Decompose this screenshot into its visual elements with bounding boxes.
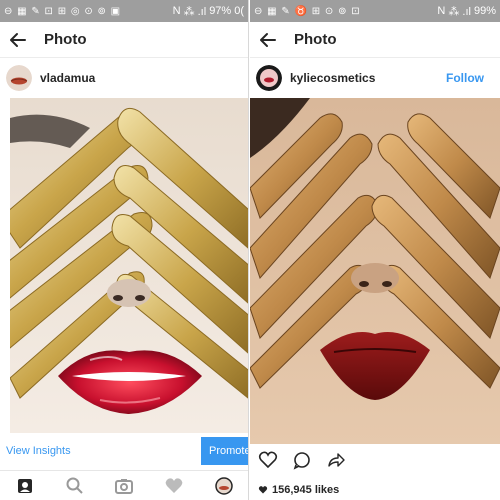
search-tab-icon[interactable] bbox=[63, 474, 87, 498]
avatar[interactable] bbox=[256, 65, 282, 91]
username[interactable]: vladamua bbox=[40, 71, 95, 85]
back-arrow-icon[interactable] bbox=[258, 30, 278, 50]
username[interactable]: kyliecosmetics bbox=[290, 71, 375, 85]
right-phone-screen: ⊖ ▦ ✎ ♉ ⊞ ⊙ ⊚ ⊡ N ⁂ .ıl 99% Photo kyliec bbox=[250, 0, 500, 500]
post-header: vladamua bbox=[0, 58, 248, 98]
share-arrow-icon[interactable] bbox=[326, 450, 346, 470]
app-bar: Photo bbox=[250, 22, 500, 58]
follow-button[interactable]: Follow bbox=[446, 71, 484, 85]
profile-tab-icon[interactable] bbox=[212, 474, 236, 498]
status-bar: ⊖ ▦ ✎ ⊡ ⊞ ◎ ⊙ ⊚ ▣ N ⁂ .ıl 97% 0( bbox=[0, 0, 248, 22]
like-heart-icon[interactable] bbox=[258, 450, 278, 470]
signal-icon: ⁂ .ıl bbox=[183, 5, 207, 18]
back-arrow-icon[interactable] bbox=[8, 30, 28, 50]
bottom-tab-bar bbox=[0, 470, 248, 500]
status-right: N ⁂ .ıl 97% 0( bbox=[173, 5, 244, 18]
post-header: kyliecosmetics Follow bbox=[250, 58, 500, 98]
signal-icon: ⁂ .ıl bbox=[448, 5, 471, 18]
notification-icons: ⊖ ▦ ✎ ♉ ⊞ ⊙ ⊚ ⊡ bbox=[254, 5, 361, 17]
app-bar: Photo bbox=[0, 22, 248, 58]
carrier-icon: N bbox=[437, 5, 446, 17]
comparison-screenshot: ⊖ ▦ ✎ ⊡ ⊞ ◎ ⊙ ⊚ ▣ N ⁂ .ıl 97% 0( Photo v… bbox=[0, 0, 500, 500]
page-title: Photo bbox=[294, 31, 337, 48]
likes-text: 156,945 likes bbox=[272, 484, 340, 496]
camera-tab-icon[interactable] bbox=[112, 474, 136, 498]
small-heart-icon bbox=[258, 486, 268, 494]
post-photo[interactable] bbox=[10, 98, 248, 433]
likes-count[interactable]: 156,945 likes bbox=[258, 484, 339, 496]
activity-heart-icon[interactable] bbox=[162, 474, 186, 498]
promote-button[interactable]: Promote bbox=[201, 437, 248, 465]
time-fragment: 0( bbox=[234, 5, 244, 17]
comment-bubble-icon[interactable] bbox=[292, 450, 312, 470]
post-actions bbox=[258, 450, 346, 470]
status-right: N ⁂ .ıl 99% bbox=[437, 5, 496, 18]
battery-level: 97% bbox=[209, 5, 232, 17]
notification-icons: ⊖ ▦ ✎ ⊡ ⊞ ◎ ⊙ ⊚ ▣ bbox=[4, 5, 122, 17]
battery-level: 99% bbox=[473, 5, 496, 17]
carrier-icon: N bbox=[172, 5, 181, 17]
post-actions: View Insights Promote bbox=[0, 437, 248, 465]
left-phone-screen: ⊖ ▦ ✎ ⊡ ⊞ ◎ ⊙ ⊚ ▣ N ⁂ .ıl 97% 0( Photo v… bbox=[0, 0, 249, 500]
status-bar: ⊖ ▦ ✎ ♉ ⊞ ⊙ ⊚ ⊡ N ⁂ .ıl 99% bbox=[250, 0, 500, 22]
view-insights-link[interactable]: View Insights bbox=[6, 445, 71, 457]
avatar[interactable] bbox=[6, 65, 32, 91]
home-tab-icon[interactable] bbox=[13, 474, 37, 498]
post-photo[interactable] bbox=[250, 98, 500, 444]
page-title: Photo bbox=[44, 31, 87, 48]
